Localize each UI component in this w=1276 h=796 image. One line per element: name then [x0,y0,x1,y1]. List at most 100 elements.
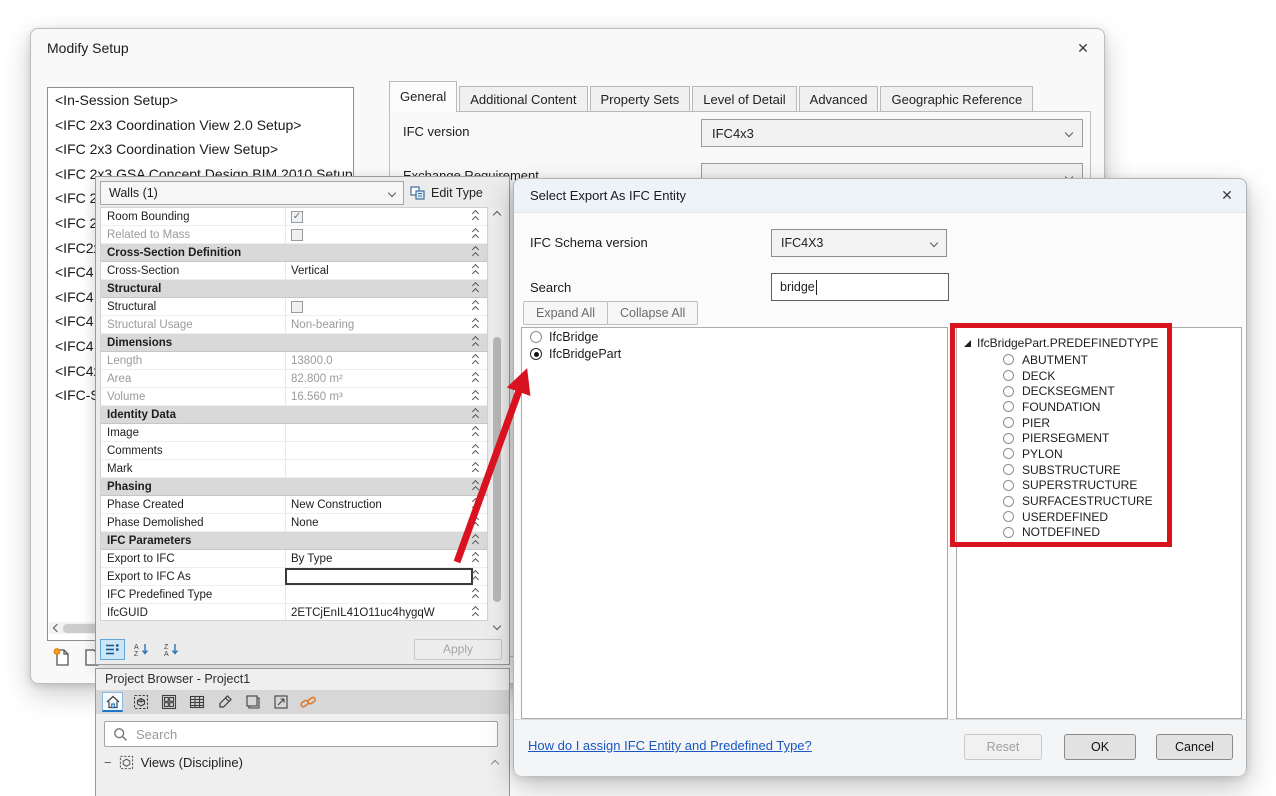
property-row[interactable]: Structural Usage Non-bearing [101,316,487,334]
search-label: Search [530,280,571,295]
help-link[interactable]: How do I assign IFC Entity and Predefine… [528,738,812,753]
scroll-up-icon[interactable] [493,211,501,219]
property-row[interactable]: Comments [101,442,487,460]
close-icon[interactable]: ✕ [1218,187,1236,205]
tab[interactable]: Property Sets [590,86,691,112]
property-row[interactable]: IFC Parameters [101,532,487,550]
property-row[interactable]: Structural [101,280,487,298]
setup-list-item[interactable]: <IFC 2x3 Coordination View Setup> [48,137,353,162]
scroll-down-icon[interactable] [493,622,501,630]
collapse-group-icon[interactable] [473,229,478,240]
property-label: IFC Parameters [101,535,473,547]
collapse-group-icon[interactable] [473,571,478,582]
collapse-group-icon[interactable] [473,301,478,312]
property-label: Room Bounding [101,211,285,223]
sort-ascending-button[interactable]: AZ [130,639,155,660]
collapse-group-icon[interactable] [473,283,478,294]
new-setup-button[interactable] [51,646,73,673]
property-row[interactable]: Length 13800.0 [101,352,487,370]
expand-all-button[interactable]: Expand All [523,301,608,325]
property-row[interactable]: Volume 16.560 m³ [101,388,487,406]
sheets-icon[interactable] [158,692,179,712]
collapse-group-icon[interactable] [473,319,478,330]
property-value[interactable] [285,298,473,315]
setup-list-item[interactable]: <IFC 2x3 Coordination View 2.0 Setup> [48,113,353,138]
entity-search-input[interactable]: bridge [771,273,949,301]
groups-icon[interactable] [242,692,263,712]
type-selector-dropdown[interactable]: Walls (1) [100,181,404,205]
external-link-icon[interactable] [298,692,319,712]
tab[interactable]: Level of Detail [692,86,796,112]
sort-descending-button[interactable]: ZA [160,639,185,660]
close-icon[interactable]: ✕ [1074,40,1092,58]
property-value[interactable] [285,586,473,603]
reset-button[interactable]: Reset [964,734,1042,760]
collapse-minus-icon[interactable]: − [104,755,112,770]
property-value[interactable]: Vertical [285,262,473,279]
families-icon[interactable] [214,692,235,712]
property-value[interactable]: Non-bearing [285,316,473,333]
cancel-button[interactable]: Cancel [1156,734,1233,760]
entity-option[interactable]: IfcBridge [530,329,947,345]
collapse-all-button[interactable]: Collapse All [607,301,698,325]
property-value[interactable] [285,208,473,225]
scroll-up-icon[interactable] [491,760,499,768]
property-row[interactable]: Phasing [101,478,487,496]
scroll-left-icon[interactable] [53,624,61,632]
tab[interactable]: Additional Content [459,86,587,112]
svg-text:A: A [164,651,169,657]
property-row[interactable]: Structural [101,298,487,316]
property-row[interactable]: IFC Predefined Type [101,586,487,604]
edit-type-button[interactable]: Edit Type [410,181,483,205]
property-row[interactable]: Phase Demolished None [101,514,487,532]
collapse-group-icon[interactable] [473,265,478,276]
browser-search-input[interactable]: Search [104,721,498,747]
tab[interactable]: Advanced [799,86,879,112]
checkbox[interactable] [291,229,303,241]
property-row[interactable]: Mark [101,460,487,478]
tab[interactable]: General [389,81,457,112]
property-row[interactable]: Phase Created New Construction [101,496,487,514]
property-row[interactable]: Identity Data [101,406,487,424]
property-row[interactable]: Related to Mass [101,226,487,244]
tree-item-views[interactable]: − Views (Discipline) [104,755,243,770]
schedules-icon[interactable] [186,692,207,712]
ok-button[interactable]: OK [1064,734,1136,760]
collapse-group-icon[interactable] [473,589,478,600]
property-row[interactable]: Dimensions [101,334,487,352]
checkbox[interactable] [291,211,303,223]
collapse-group-icon[interactable] [473,607,478,618]
ifc-version-dropdown[interactable]: IFC4x3 [701,119,1083,147]
property-row[interactable]: Cross-Section Definition [101,244,487,262]
property-row[interactable]: Room Bounding [101,208,487,226]
entity-option[interactable]: IfcBridgePart [530,346,947,362]
property-value[interactable] [285,226,473,243]
property-row[interactable]: Export to IFC By Type [101,550,487,568]
property-value[interactable]: 2ETCjEnIL41O11uc4hygqW [285,604,473,621]
scrollbar-thumb[interactable] [63,624,99,633]
property-label: Volume [101,391,285,403]
schema-version-dropdown[interactable]: IFC4X3 [771,229,947,257]
red-highlight-box [950,323,1172,547]
property-row[interactable]: Export to IFC As [101,568,487,586]
radio-button[interactable] [530,331,542,343]
collapse-group-icon[interactable] [473,211,478,222]
checkbox[interactable] [291,301,303,313]
property-label: Structural Usage [101,319,285,331]
apply-button[interactable]: Apply [414,639,502,660]
property-row[interactable]: Cross-Section Vertical [101,262,487,280]
property-row[interactable]: IfcGUID 2ETCjEnIL41O11uc4hygqW [101,604,487,621]
home-icon[interactable] [102,692,123,712]
property-row[interactable]: Area 82.800 m² [101,370,487,388]
properties-filter-button[interactable] [100,639,125,660]
revit-links-icon[interactable] [270,692,291,712]
property-label: Structural [101,283,473,295]
browser-toolbar [96,690,509,714]
tab[interactable]: Geographic Reference [880,86,1033,112]
property-label: Comments [101,445,285,457]
views-icon[interactable] [130,692,151,712]
collapse-group-icon[interactable] [473,337,478,348]
property-row[interactable]: Image [101,424,487,442]
collapse-group-icon[interactable] [473,247,478,258]
setup-list-item[interactable]: <In-Session Setup> [48,88,353,113]
